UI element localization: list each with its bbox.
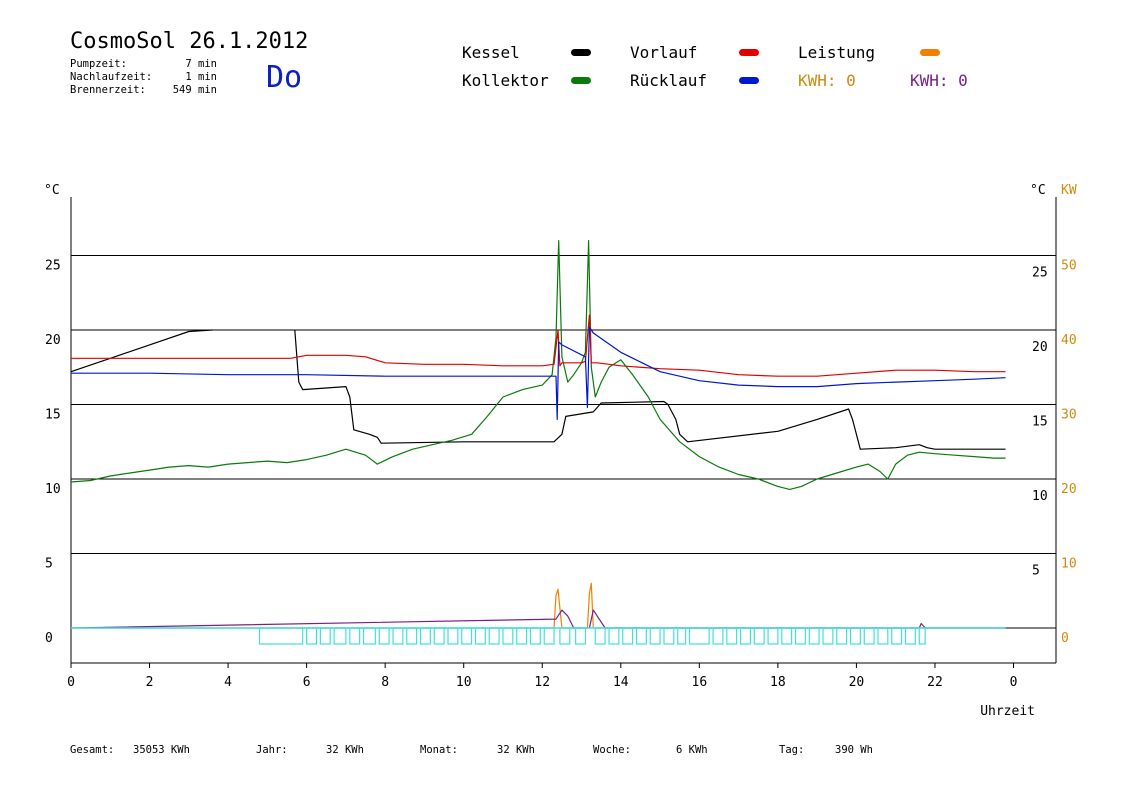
pump-pulse	[622, 627, 634, 645]
right-tick-label-kw: 10	[1061, 557, 1077, 572]
pump-pulse	[877, 627, 889, 645]
pump-pulse	[319, 627, 331, 645]
pump-pulse	[333, 627, 347, 645]
pump-pulse	[781, 627, 793, 645]
footer-gesamt-value: 35053 KWh	[133, 744, 190, 756]
pump-pulse	[677, 627, 687, 645]
pump-pulse	[739, 627, 751, 645]
footer-monat-label: Monat:	[420, 744, 458, 756]
pump-pulse	[516, 627, 528, 645]
right-tick-label-kw: 50	[1061, 259, 1077, 274]
footer-jahr-label: Jahr:	[256, 744, 288, 756]
x-tick-label: 8	[381, 675, 389, 690]
left-tick-label: 25	[45, 259, 61, 274]
left-tick-label: 0	[45, 631, 53, 646]
series-line-leistung	[71, 582, 1006, 629]
pump-pulse	[406, 627, 418, 645]
right-tick-label-kw: 0	[1061, 631, 1069, 646]
pump-pulse	[794, 627, 806, 645]
x-tick-label: 6	[303, 675, 311, 690]
footer-jahr-value: 32 KWh	[326, 744, 364, 756]
left-tick-label: 15	[45, 408, 61, 423]
right-tick-label-c: 25	[1032, 266, 1048, 281]
pump-pulse	[306, 627, 318, 645]
pump-pulse	[726, 627, 738, 645]
left-tick-label: 10	[45, 482, 61, 497]
footer-tag-label: Tag:	[779, 744, 805, 756]
pump-pulse	[502, 627, 514, 645]
pump-pulse	[461, 627, 473, 645]
pump-pulse	[594, 627, 606, 645]
right-tick-label-c: 20	[1032, 340, 1048, 355]
footer-monat-value: 32 KWh	[497, 744, 535, 756]
right-tick-label-c: 15	[1032, 415, 1048, 430]
right-tick-label-kw: 30	[1061, 408, 1077, 423]
x-tick-label: 16	[692, 675, 708, 690]
right-tick-label-kw: 20	[1061, 482, 1077, 497]
pump-pulse	[688, 627, 710, 645]
left-axis-unit: °C	[44, 183, 60, 198]
pump-pulse	[649, 627, 661, 645]
series-line-purple	[70, 609, 1006, 629]
pump-pulse	[488, 627, 500, 645]
pump-pulse	[608, 627, 620, 645]
pump-pulse	[849, 627, 861, 645]
pump-pulse	[474, 627, 486, 645]
footer-tag-value: 390 Wh	[835, 744, 873, 756]
footer-gesamt-label: Gesamt:	[70, 744, 115, 756]
x-tick-label: 0	[1010, 675, 1018, 690]
series-line-ruecklauf	[71, 326, 1006, 420]
series-line-vorlauf	[71, 314, 1006, 377]
pump-pulse	[863, 627, 875, 645]
x-tick-label: 4	[224, 675, 232, 690]
pump-pulse	[559, 627, 571, 645]
pump-pulse	[433, 627, 445, 645]
x-tick-label: 2	[146, 675, 154, 690]
x-tick-label: 10	[456, 675, 472, 690]
pump-pulse	[753, 627, 765, 645]
left-tick-label: 20	[45, 333, 61, 348]
pump-pulse	[918, 627, 926, 645]
pump-pulse	[836, 627, 848, 645]
pump-pulse	[258, 627, 304, 645]
pump-pulse	[392, 627, 404, 645]
pump-pulse	[767, 627, 779, 645]
series-line-kollektor	[70, 240, 1006, 490]
pump-pulse	[543, 627, 555, 645]
pump-pulse	[712, 627, 724, 645]
pump-pulse	[419, 627, 431, 645]
right-tick-label-c: 10	[1032, 489, 1048, 504]
chart-grid	[71, 255, 1056, 629]
chart-series	[70, 240, 1006, 645]
right-tick-label-kw: 40	[1061, 333, 1077, 348]
right-axis-kw-unit: KW	[1061, 183, 1077, 198]
x-tick-label: 22	[927, 675, 943, 690]
pump-pulse	[822, 627, 834, 645]
x-tick-label: 12	[534, 675, 550, 690]
pump-pulse	[663, 627, 675, 645]
temperature-chart: 0 2 4 6 8 10 12 14 16 18 20 22 0 Uhrzeit °C 0 5 10 15 20 25 °…	[44, 183, 1077, 719]
pump-pulse	[891, 627, 903, 645]
x-axis-label: Uhrzeit	[980, 704, 1035, 719]
pump-pulse	[362, 627, 376, 645]
pump-pulse	[378, 627, 390, 645]
chart-axes	[70, 197, 1057, 668]
x-tick-label: 14	[613, 675, 629, 690]
footer-woche-value: 6 KWh	[676, 744, 708, 756]
pump-pulse	[529, 627, 541, 645]
pump-pulse	[635, 627, 647, 645]
series-line-kessel	[70, 329, 1006, 450]
x-tick-label: 18	[770, 675, 786, 690]
pump-pulse	[575, 627, 587, 645]
footer-woche-label: Woche:	[593, 744, 631, 756]
left-tick-label: 5	[45, 557, 53, 572]
right-tick-label-c: 5	[1032, 564, 1040, 579]
pump-pulse	[349, 627, 361, 645]
right-axis-unit: °C	[1030, 183, 1046, 198]
x-tick-label: 20	[849, 675, 865, 690]
x-tick-label: 0	[67, 675, 75, 690]
pump-pulse	[808, 627, 820, 645]
pump-pulse	[447, 627, 459, 645]
pump-pulse	[904, 627, 916, 645]
